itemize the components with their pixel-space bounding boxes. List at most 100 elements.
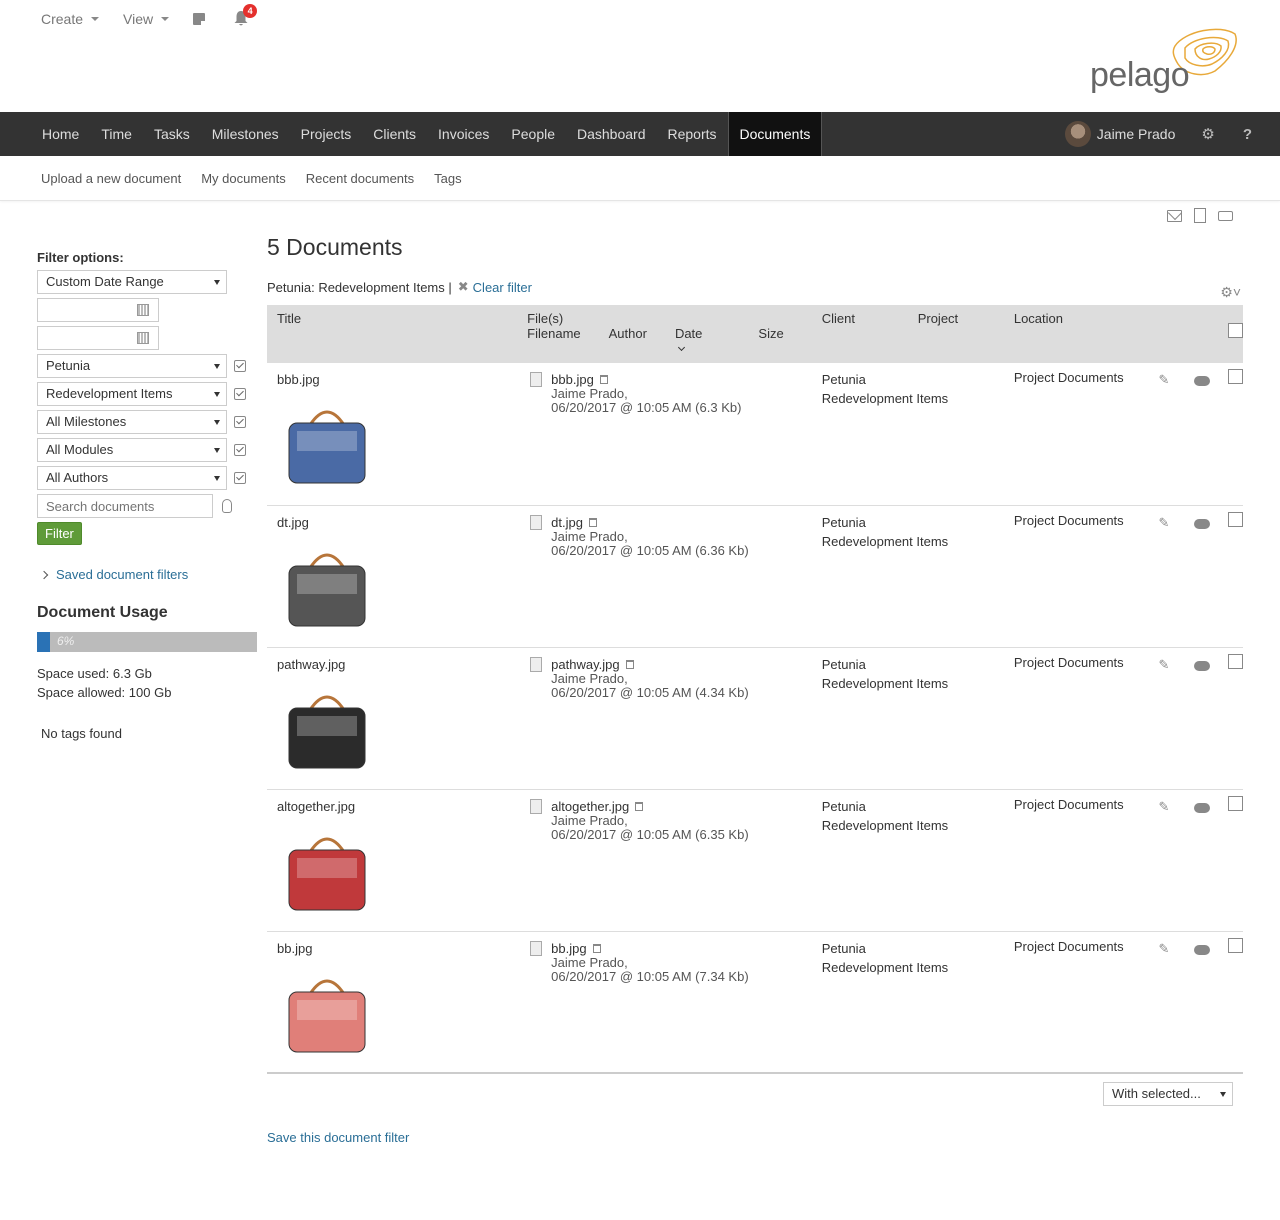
client-select[interactable]: Petunia	[37, 354, 227, 378]
nav-milestones[interactable]: Milestones	[201, 112, 290, 156]
modules-select[interactable]: All Modules	[37, 438, 227, 462]
user-name: Jaime Prado	[1096, 126, 1176, 142]
doc-filename[interactable]: dt.jpg	[551, 515, 583, 530]
nav-invoices[interactable]: Invoices	[427, 112, 500, 156]
trash-icon[interactable]	[625, 659, 634, 669]
clear-filter-link[interactable]: Clear filter	[473, 280, 532, 295]
nav-dashboard[interactable]: Dashboard	[566, 112, 657, 156]
col-filename[interactable]: Filename	[527, 326, 580, 356]
notes-button[interactable]	[193, 12, 206, 25]
lightbulb-icon[interactable]	[222, 499, 232, 513]
doc-filename[interactable]: altogether.jpg	[551, 799, 629, 814]
nav-projects[interactable]: Projects	[290, 112, 363, 156]
notifications-button[interactable]: 4	[233, 4, 258, 27]
end-date-input[interactable]	[37, 326, 159, 350]
email-icon[interactable]	[1167, 210, 1182, 222]
cloud-upload-icon[interactable]	[1194, 802, 1211, 813]
user-menu[interactable]: Jaime Prado	[1064, 121, 1176, 147]
doc-title[interactable]: altogether.jpg	[277, 799, 517, 814]
pencil-icon[interactable]: ✎	[1158, 941, 1169, 957]
doc-date-size: 06/20/2017 @ 10:05 AM (4.34 Kb)	[551, 684, 749, 700]
start-date-input[interactable]	[37, 298, 159, 322]
nav-time[interactable]: Time	[90, 112, 143, 156]
col-author[interactable]: Author	[609, 326, 647, 356]
row-checkbox[interactable]	[1228, 653, 1243, 669]
documents-table: Title File(s) Filename Author Date Size …	[267, 305, 1243, 1074]
select-all-checkbox[interactable]	[1228, 323, 1243, 338]
doc-thumbnail[interactable]	[277, 397, 377, 485]
pencil-icon[interactable]: ✎	[1158, 799, 1169, 815]
multi-select-icon[interactable]	[234, 472, 246, 484]
row-checkbox[interactable]	[1228, 795, 1243, 811]
cloud-upload-icon[interactable]	[1194, 660, 1211, 671]
doc-title[interactable]: pathway.jpg	[277, 657, 517, 672]
row-checkbox[interactable]	[1228, 511, 1243, 527]
doc-title[interactable]: bb.jpg	[277, 941, 517, 956]
doc-title[interactable]: dt.jpg	[277, 515, 517, 530]
pencil-icon[interactable]: ✎	[1158, 515, 1169, 531]
close-icon[interactable]: ✖	[458, 279, 469, 295]
cloud-upload-icon[interactable]	[1194, 376, 1211, 386]
multi-select-icon[interactable]	[234, 388, 246, 400]
nav-tasks[interactable]: Tasks	[143, 112, 201, 156]
nav-clients[interactable]: Clients	[362, 112, 427, 156]
doc-filename[interactable]: pathway.jpg	[551, 657, 619, 672]
saved-filters-link[interactable]: Saved document filters	[37, 567, 259, 582]
pelago-logo[interactable]: pelago	[1090, 26, 1240, 96]
create-menu[interactable]: Create	[41, 11, 100, 27]
table-header-row: Title File(s) Filename Author Date Size …	[267, 305, 1243, 363]
nav-home[interactable]: Home	[31, 112, 90, 156]
calendar-icon[interactable]	[137, 304, 149, 316]
col-title[interactable]: Title	[267, 305, 517, 363]
view-menu[interactable]: View	[123, 11, 170, 27]
doc-title[interactable]: bbb.jpg	[277, 372, 517, 387]
multi-select-icon[interactable]	[234, 360, 246, 372]
search-input[interactable]	[37, 494, 213, 518]
col-location[interactable]: Location	[1004, 305, 1149, 363]
save-filter-link[interactable]: Save this document filter	[267, 1130, 409, 1145]
authors-select[interactable]: All Authors	[37, 466, 227, 490]
col-project[interactable]: Project	[908, 305, 1004, 363]
column-settings-gear-icon[interactable]: ⚙˅	[1220, 284, 1241, 301]
project-select[interactable]: Redevelopment Items	[37, 382, 227, 406]
trash-icon[interactable]	[592, 943, 601, 953]
doc-thumbnail[interactable]	[277, 540, 377, 628]
space-used: Space used: 6.3 Gb	[37, 666, 152, 681]
calendar-icon[interactable]	[137, 332, 149, 344]
date-range-select[interactable]: Custom Date Range	[37, 270, 227, 294]
settings-gear-icon[interactable]: ⚙	[1201, 125, 1214, 143]
subnav-recent-documents[interactable]: Recent documents	[306, 171, 414, 186]
nav-documents[interactable]: Documents	[727, 112, 823, 156]
doc-filename[interactable]: bb.jpg	[551, 941, 586, 956]
pencil-icon[interactable]: ✎	[1158, 372, 1169, 388]
bag-image-icon	[288, 410, 366, 484]
nav-reports[interactable]: Reports	[657, 112, 728, 156]
col-client[interactable]: Client	[812, 305, 908, 363]
col-size[interactable]: Size	[758, 326, 783, 356]
pdf-icon[interactable]	[1194, 208, 1206, 223]
row-checkbox[interactable]	[1228, 937, 1243, 953]
cloud-upload-icon[interactable]	[1194, 518, 1211, 529]
multi-select-icon[interactable]	[234, 444, 246, 456]
milestones-select[interactable]: All Milestones	[37, 410, 227, 434]
subnav-upload[interactable]: Upload a new document	[41, 171, 181, 186]
multi-select-icon[interactable]	[234, 416, 246, 428]
doc-thumbnail[interactable]	[277, 824, 377, 912]
subnav-my-documents[interactable]: My documents	[201, 171, 286, 186]
cloud-upload-icon[interactable]	[1194, 944, 1211, 955]
subnav-tags[interactable]: Tags	[434, 171, 461, 186]
pencil-icon[interactable]: ✎	[1158, 657, 1169, 673]
filter-button[interactable]: Filter	[37, 522, 82, 545]
col-date[interactable]: Date	[675, 326, 730, 356]
nav-people[interactable]: People	[500, 112, 566, 156]
row-checkbox[interactable]	[1228, 369, 1243, 384]
doc-thumbnail[interactable]	[277, 682, 377, 770]
doc-filename[interactable]: bbb.jpg	[551, 372, 594, 387]
trash-icon[interactable]	[588, 517, 597, 527]
trash-icon[interactable]	[599, 375, 608, 384]
help-icon[interactable]: ?	[1243, 126, 1252, 143]
print-icon[interactable]	[1218, 211, 1233, 221]
trash-icon[interactable]	[635, 801, 644, 811]
doc-thumbnail[interactable]	[277, 966, 377, 1054]
with-selected-select[interactable]: With selected...	[1103, 1082, 1233, 1106]
